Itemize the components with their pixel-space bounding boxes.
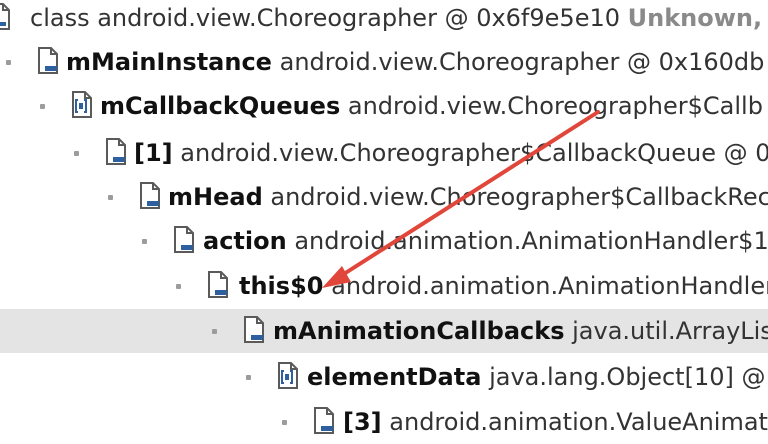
class-icon bbox=[0, 2, 14, 32]
array-field-icon bbox=[70, 90, 96, 120]
field-name: action bbox=[203, 227, 287, 255]
expand-handle[interactable] bbox=[176, 284, 181, 289]
tree-row-mmaininstance[interactable]: mMainInstance android.view.Choreographer… bbox=[0, 40, 768, 84]
field-name: mHead bbox=[168, 183, 263, 211]
object-field-icon bbox=[312, 406, 338, 436]
expand-handle[interactable] bbox=[212, 329, 217, 334]
heap-reference-tree: class android.view.Choreographer @ 0x6f9… bbox=[0, 0, 768, 444]
tree-row-mhead[interactable]: mHead android.view.Choreographer$Callbac… bbox=[0, 175, 768, 219]
field-name: mMainInstance bbox=[66, 48, 272, 76]
tree-row-index-1[interactable]: [1] android.view.Choreographer$CallbackQ… bbox=[0, 131, 768, 175]
tree-row-action[interactable]: action android.animation.AnimationHandle… bbox=[0, 219, 768, 263]
field-type: android.view.Choreographer$CallbackQueue… bbox=[180, 139, 768, 167]
tree-row-mcallbackqueues[interactable]: mCallbackQueues android.view.Choreograph… bbox=[0, 84, 768, 128]
tree-row-elementdata[interactable]: elementData java.lang.Object[10] @ bbox=[0, 355, 768, 399]
field-name: mCallbackQueues bbox=[100, 92, 341, 120]
field-type: android.animation.AnimationHandler$1 bbox=[294, 227, 768, 255]
field-name: this$0 bbox=[239, 272, 324, 300]
expand-handle[interactable] bbox=[246, 375, 251, 380]
tree-row-this0[interactable]: this$0 android.animation.AnimationHandle… bbox=[0, 264, 768, 308]
field-name: [3] bbox=[343, 408, 382, 436]
field-type: android.animation.AnimationHandler bbox=[331, 272, 768, 300]
object-field-icon bbox=[206, 270, 232, 300]
expand-handle[interactable] bbox=[74, 151, 79, 156]
tree-row-manimationcallbacks[interactable]: mAnimationCallbacks java.util.ArrayLis bbox=[0, 309, 768, 353]
field-type: java.lang.Object[10] @ bbox=[489, 363, 766, 391]
field-name: [1] bbox=[134, 139, 173, 167]
root-status-label: Unknown, bbox=[627, 4, 763, 32]
array-field-icon bbox=[276, 361, 302, 391]
expand-handle[interactable] bbox=[40, 104, 45, 109]
tree-row-root[interactable]: class android.view.Choreographer @ 0x6f9… bbox=[0, 0, 768, 40]
object-field-icon bbox=[172, 225, 198, 255]
tree-row-index-3[interactable]: [3] android.animation.ValueAnimato bbox=[0, 400, 768, 444]
object-field-icon bbox=[36, 46, 62, 76]
field-name: elementData bbox=[307, 363, 482, 391]
expand-handle[interactable] bbox=[108, 195, 113, 200]
root-class-label: class android.view.Choreographer @ 0x6f9… bbox=[30, 4, 620, 32]
field-type: java.util.ArrayLis bbox=[572, 317, 768, 345]
object-field-icon bbox=[242, 315, 268, 345]
expand-handle[interactable] bbox=[6, 60, 11, 65]
expand-handle[interactable] bbox=[142, 239, 147, 244]
object-field-icon bbox=[104, 137, 130, 167]
field-type: android.animation.ValueAnimato bbox=[389, 408, 768, 436]
expand-handle[interactable] bbox=[282, 420, 287, 425]
object-field-icon bbox=[138, 181, 164, 211]
field-type: android.view.Choreographer$CallbackRec bbox=[270, 183, 768, 211]
field-type: android.view.Choreographer @ 0x160db bbox=[279, 48, 765, 76]
field-name: mAnimationCallbacks bbox=[273, 317, 565, 345]
field-type: android.view.Choreographer$Callb bbox=[347, 92, 763, 120]
